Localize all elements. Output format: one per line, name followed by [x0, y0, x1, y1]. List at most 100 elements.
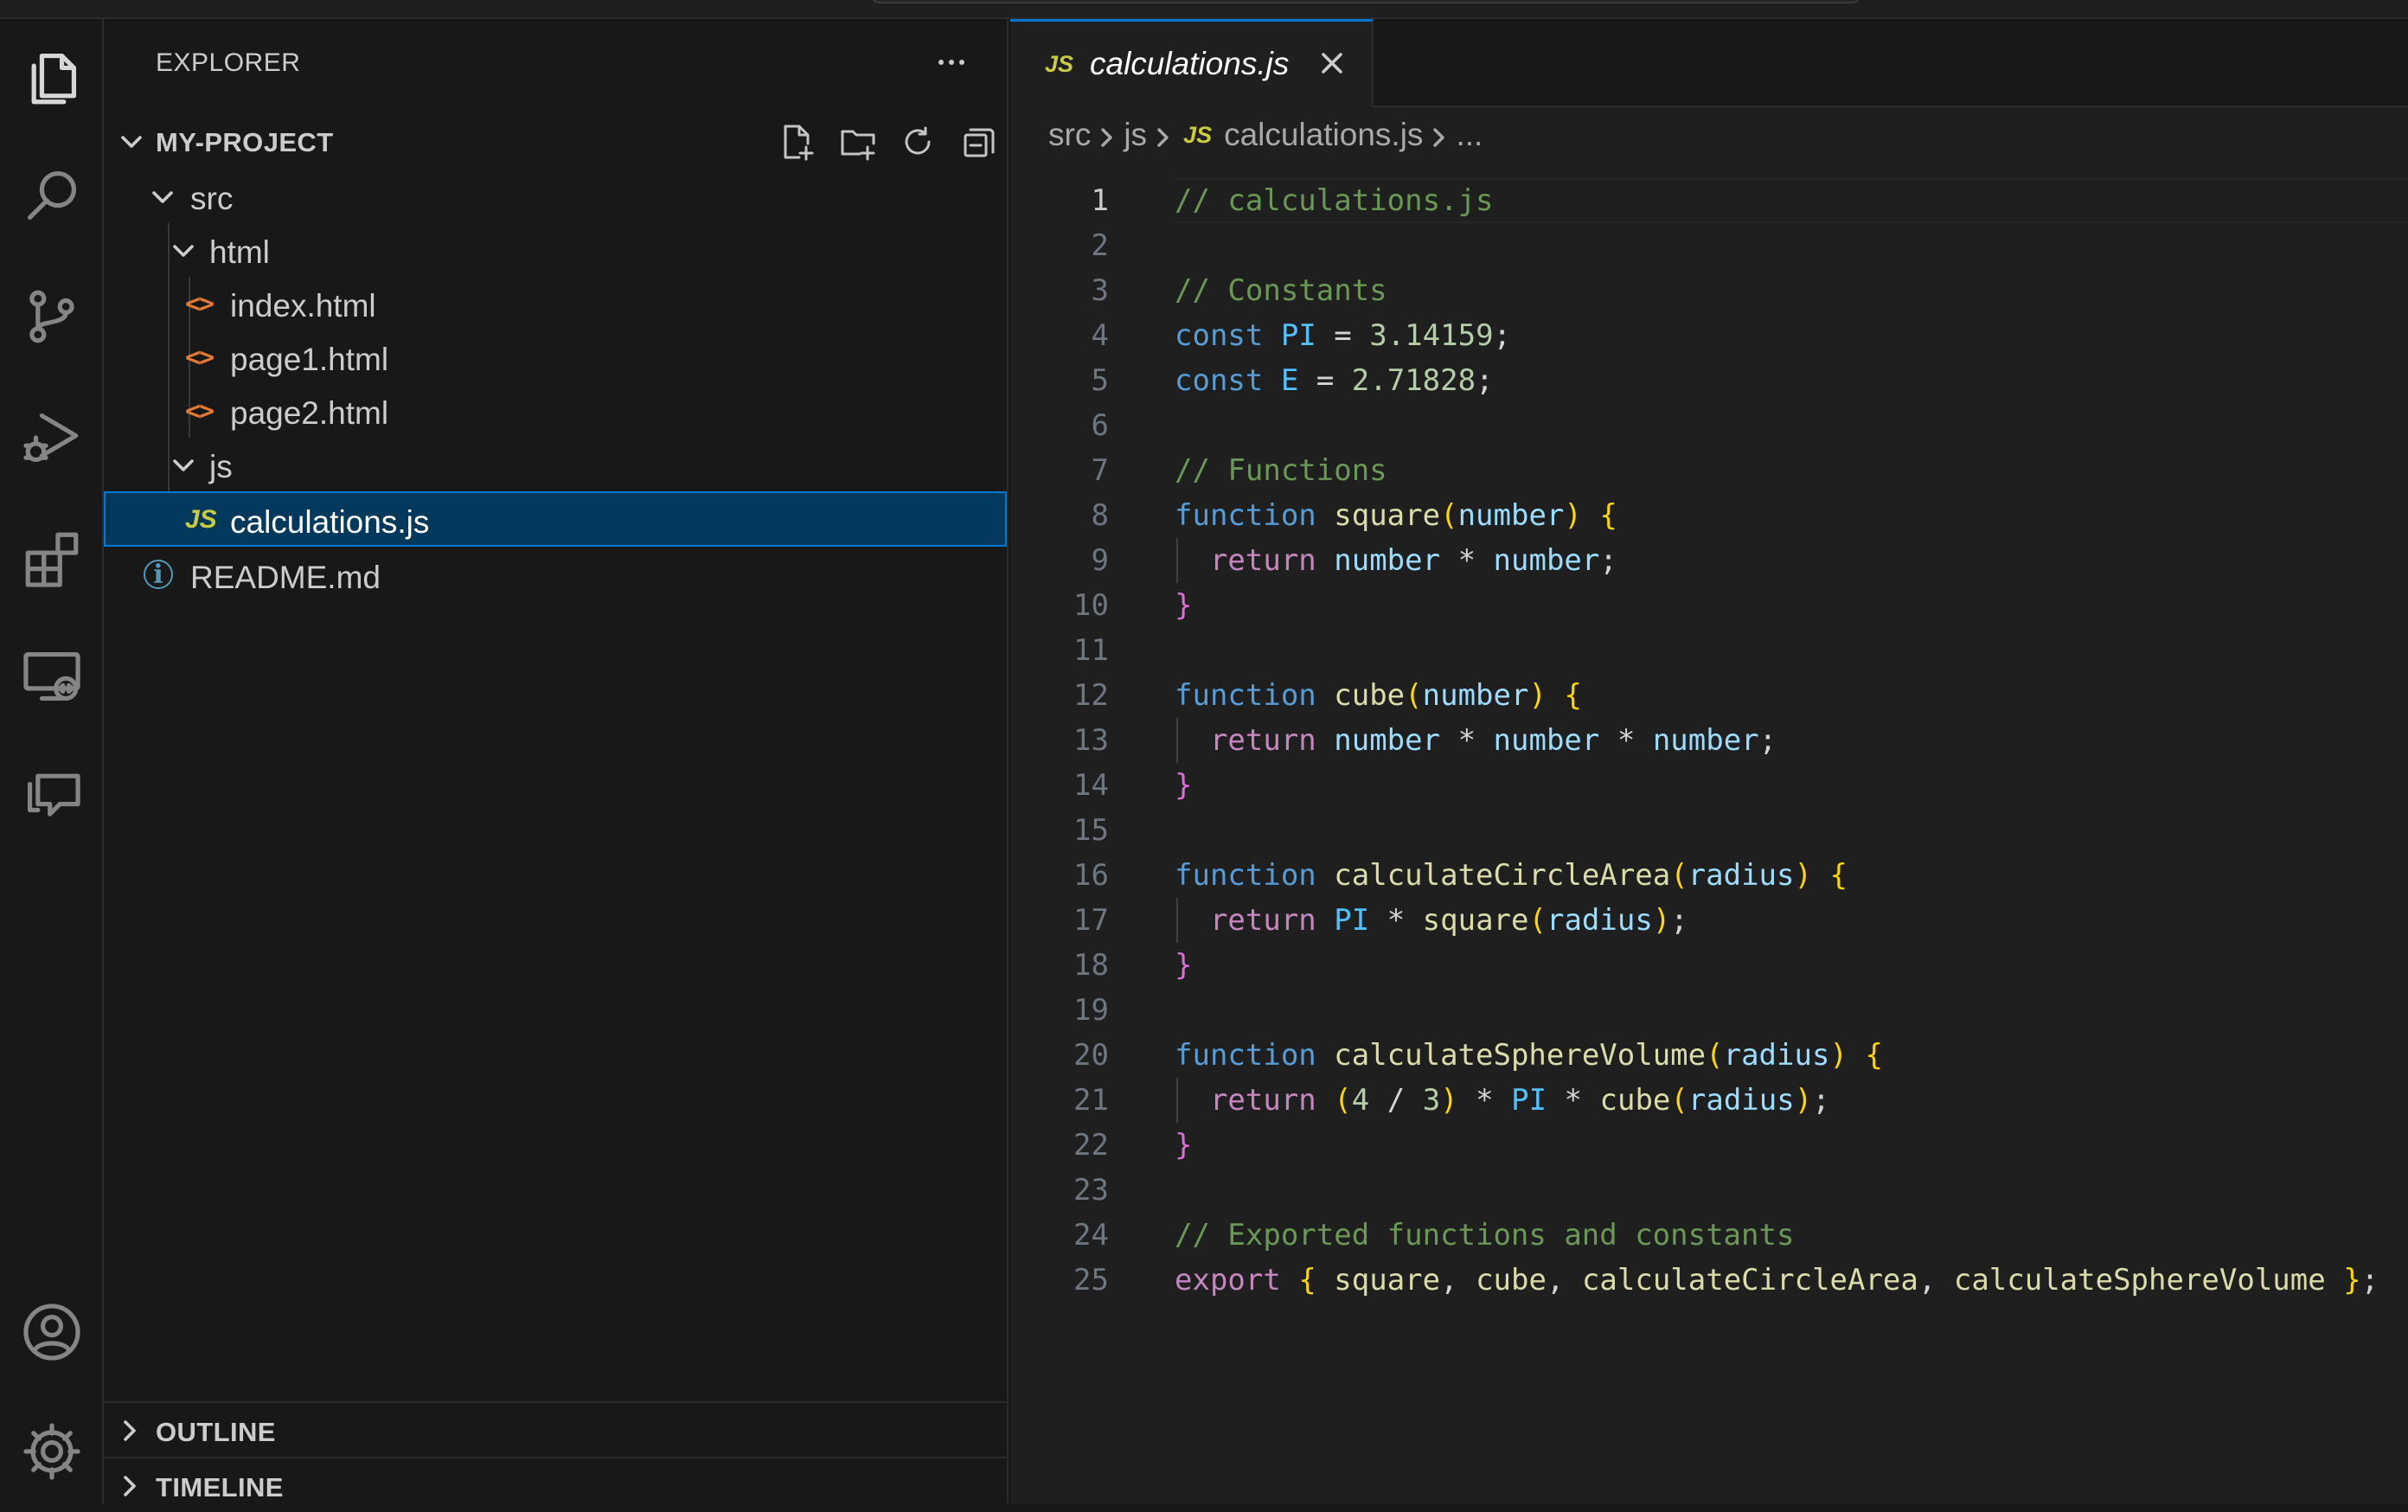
tree-item-label: calculations.js — [230, 504, 430, 540]
code-line[interactable]: 17 return PI * square(radius); — [1010, 898, 2408, 943]
breadcrumb-src[interactable]: src — [1048, 117, 1091, 153]
line-number: 7 — [1091, 453, 1109, 488]
line-number: 14 — [1073, 768, 1109, 803]
code-line[interactable]: 4 const PI = 3.14159; — [1010, 313, 2408, 358]
line-number: 4 — [1091, 318, 1109, 353]
code-line[interactable]: 20 function calculateSphereVolume(radius)… — [1010, 1033, 2408, 1078]
breadcrumb-file[interactable]: calculations.js — [1224, 117, 1423, 153]
code-line[interactable]: 15 — [1010, 808, 2408, 853]
breadcrumb-symbols[interactable]: ... — [1456, 117, 1483, 153]
code-line[interactable]: 11 — [1010, 628, 2408, 673]
chevron-right-icon — [1094, 122, 1120, 148]
code-editor[interactable]: 1// calculations.js 2 3// Constants 4 const … — [1010, 178, 2408, 1303]
code-line[interactable]: 25 export { square, cube, calculateCircle… — [1010, 1258, 2408, 1303]
chevron-right-icon — [1426, 122, 1452, 148]
code-line[interactable]: 3 // Constants — [1010, 268, 2408, 313]
code-line[interactable]: 5 const E = 2.71828; — [1010, 358, 2408, 403]
new-folder-icon[interactable] — [830, 114, 886, 170]
code-line[interactable]: 21 return (4 / 3) * PI * cube(radius); — [1010, 1078, 2408, 1123]
code-line[interactable]: 8 function square(number) { — [1010, 493, 2408, 538]
code-text: return (4 / 3) * PI * cube(radius); — [1209, 1083, 1830, 1118]
breadcrumb: src js JS calculations.js ... — [1048, 112, 1483, 157]
search-icon[interactable] — [14, 157, 90, 234]
code-line[interactable]: 7 // Functions — [1010, 448, 2408, 493]
line-number: 21 — [1073, 1083, 1109, 1118]
code-line[interactable]: 22} — [1010, 1123, 2408, 1168]
project-name: MY-PROJECT — [156, 127, 334, 157]
code-line[interactable]: 9 return number * number; — [1010, 538, 2408, 583]
new-file-icon[interactable] — [770, 114, 825, 170]
code-line[interactable]: 19 — [1010, 988, 2408, 1033]
chevron-down-icon — [170, 237, 197, 265]
source-control-icon[interactable] — [14, 279, 90, 355]
tree-item-label: page1.html — [230, 342, 389, 377]
extensions-icon[interactable] — [14, 521, 90, 597]
folder-src[interactable]: src — [104, 170, 1007, 223]
code-line[interactable]: 10} — [1010, 583, 2408, 628]
tree-item-label: README.md — [190, 560, 381, 595]
tab-label: calculations.js — [1090, 46, 1290, 81]
settings-gear-icon[interactable] — [14, 1413, 90, 1490]
tree-item-label: index.html — [230, 288, 376, 324]
line-number: 12 — [1073, 678, 1109, 713]
code-text: // Exported functions and constants — [1175, 1218, 1795, 1253]
line-number: 8 — [1091, 498, 1109, 533]
code-line[interactable]: 1 // calculations.js — [1010, 178, 2408, 223]
folder-js[interactable]: js — [104, 438, 1007, 491]
line-number: 15 — [1073, 813, 1109, 848]
code-line[interactable]: 23 — [1010, 1168, 2408, 1213]
breadcrumb-js[interactable]: js — [1124, 117, 1147, 153]
collapse-all-icon[interactable] — [951, 114, 1007, 170]
chat-icon[interactable] — [14, 756, 90, 832]
chevron-right-icon — [116, 1472, 144, 1500]
code-text: const E = 2.71828; — [1175, 363, 1494, 398]
outline-label: OUTLINE — [156, 1417, 276, 1447]
code-line[interactable]: 18} — [1010, 943, 2408, 988]
file-page1-html[interactable]: <> page1.html — [104, 330, 1007, 384]
code-line[interactable]: 24 // Exported functions and constants — [1010, 1213, 2408, 1258]
code-line[interactable]: 2 — [1010, 223, 2408, 268]
run-debug-icon[interactable] — [14, 400, 90, 476]
info-icon: i — [144, 560, 173, 590]
activity-bar — [0, 19, 104, 1503]
chevron-down-icon — [118, 128, 145, 156]
code-text: } — [1175, 768, 1193, 803]
timeline-section[interactable]: TIMELINE — [104, 1457, 1007, 1512]
code-text: export { square, cube, calculateCircleAr… — [1175, 1263, 2379, 1297]
code-line[interactable]: 14} — [1010, 763, 2408, 808]
command-center[interactable] — [872, 0, 1860, 3]
outline-section[interactable]: OUTLINE — [104, 1401, 1007, 1457]
code-line[interactable]: 13 return number * number * number; — [1010, 718, 2408, 763]
refresh-icon[interactable] — [891, 114, 946, 170]
html-file-icon: <> — [185, 396, 215, 426]
file-index-html[interactable]: <> index.html — [104, 277, 1007, 330]
line-number: 9 — [1091, 543, 1109, 578]
tab-calculations-js[interactable]: JS calculations.js — [1010, 19, 1374, 107]
code-line[interactable]: 12 function cube(number) { — [1010, 673, 2408, 718]
line-number: 19 — [1073, 993, 1109, 1028]
line-number: 20 — [1073, 1038, 1109, 1073]
chevron-down-icon — [149, 183, 176, 211]
line-number: 17 — [1073, 903, 1109, 938]
tree-item-label: html — [209, 234, 270, 270]
tree-item-label: src — [190, 181, 234, 216]
remote-explorer-icon[interactable] — [14, 638, 90, 714]
code-line[interactable]: 6 — [1010, 403, 2408, 448]
explorer-sidebar: EXPLORER MY-PROJECT src html <> index.ht… — [104, 19, 1009, 1503]
project-actions — [770, 114, 1007, 170]
code-text: } — [1175, 948, 1193, 983]
project-header[interactable]: MY-PROJECT — [104, 114, 1009, 170]
chevron-down-icon — [170, 452, 197, 479]
file-page2-html[interactable]: <> page2.html — [104, 384, 1007, 438]
close-icon[interactable] — [1315, 46, 1349, 80]
account-icon[interactable] — [14, 1294, 90, 1370]
folder-html[interactable]: html — [104, 223, 1007, 277]
title-bar — [0, 0, 2408, 19]
file-readme-md[interactable]: i README.md — [104, 548, 1007, 602]
code-text: return number * number * number; — [1209, 723, 1777, 758]
html-file-icon: <> — [185, 289, 215, 319]
files-icon[interactable] — [14, 40, 90, 116]
more-actions-icon[interactable] — [927, 38, 976, 86]
code-line[interactable]: 16 function calculateCircleArea(radius) { — [1010, 853, 2408, 898]
file-calculations-js[interactable]: JS calculations.js — [104, 491, 1007, 547]
